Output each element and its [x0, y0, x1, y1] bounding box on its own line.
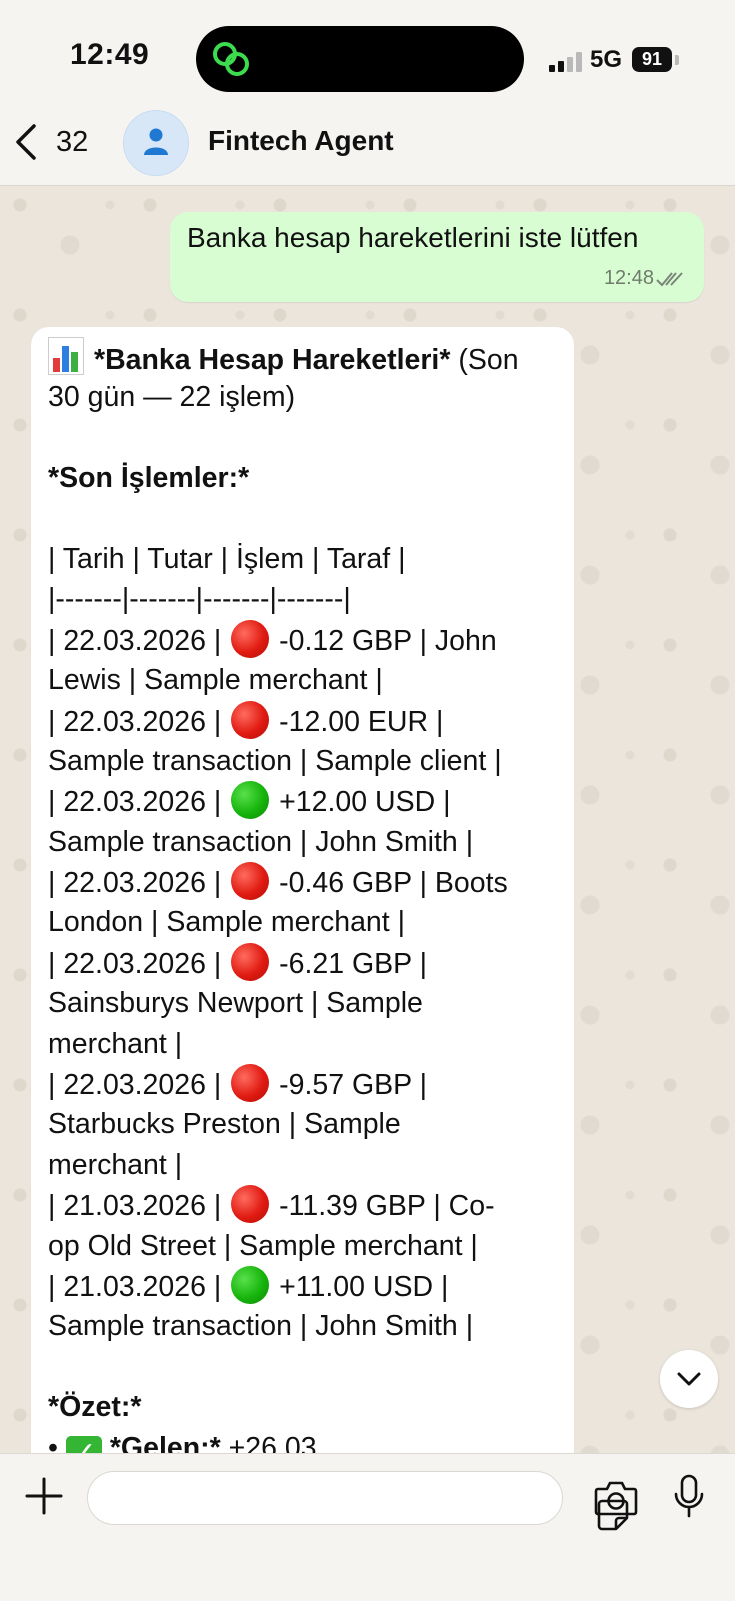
row-date: | 22.03.2026 | — [48, 624, 230, 657]
table-separator: |-------|-------|-------|-------| — [48, 583, 351, 616]
table-row: | 22.03.2026 | -6.21 GBP | — [48, 942, 568, 983]
camera-icon[interactable] — [594, 1479, 638, 1517]
row-date: | 22.03.2026 | — [48, 1069, 230, 1102]
red-circle-icon — [231, 700, 270, 739]
row-amount: -9.57 GBP | — [271, 1069, 427, 1102]
message-time: 12:48 — [603, 267, 654, 289]
row-amount: -6.21 GBP | — [271, 947, 427, 980]
row-date: | 22.03.2026 | — [48, 705, 230, 738]
red-circle-icon — [231, 862, 270, 901]
battery-icon: 91 — [632, 47, 672, 72]
message-input[interactable] — [87, 1471, 629, 1531]
row-amount: +11.00 USD | — [271, 1270, 449, 1303]
network-type: 5G — [590, 46, 623, 73]
microphone-icon[interactable] — [672, 1474, 706, 1520]
row-date: | 21.03.2026 | — [48, 1270, 230, 1303]
table-row: | 22.03.2026 | -9.57 GBP | — [48, 1064, 568, 1104]
contact-name[interactable]: Fintech Agent — [208, 125, 394, 157]
red-circle-icon — [231, 1185, 270, 1224]
table-row: | 21.03.2026 | +11.00 USD | — [48, 1265, 568, 1306]
message-composer — [0, 1453, 735, 1601]
table-row-continuation: Sample transaction | John Smith | — [48, 1310, 474, 1343]
row-amount: -11.39 GBP | Co- — [271, 1190, 495, 1223]
table-row-continuation: Sample transaction | John Smith | — [48, 825, 474, 858]
back-chevron-icon — [16, 124, 36, 160]
row-date: | 22.03.2026 | — [48, 947, 230, 980]
row-amount: +12.00 USD | — [271, 786, 451, 819]
red-circle-icon — [231, 942, 270, 981]
outgoing-message[interactable]: Banka hesap hareketlerini iste lütfen 12… — [170, 212, 704, 302]
double-check-icon — [656, 272, 683, 287]
table-row-continuation: Sample transaction | Sample client | — [48, 744, 502, 777]
table-row: | 22.03.2026 | +12.00 USD | — [48, 781, 568, 821]
table-row-continuation: merchant | — [48, 1027, 183, 1060]
message-text: Banka hesap hareketlerini iste lütfen — [187, 222, 639, 253]
message-text: *Banka Hesap Hareketleri* (Son 30 gün — … — [48, 337, 568, 1472]
row-amount: -0.12 GBP | John — [271, 624, 497, 657]
title-line-2: 30 gün — 22 işlem) — [48, 381, 296, 414]
avatar[interactable] — [123, 110, 189, 176]
chat-header: 32 Fintech Agent — [0, 100, 735, 186]
status-time: 12:49 — [70, 38, 150, 71]
table-header: | Tarih | Tutar | İşlem | Taraf | — [48, 542, 406, 575]
row-amount: -12.00 EUR | — [271, 705, 444, 738]
table-row-continuation: London | Sample merchant | — [48, 906, 406, 939]
green-circle-icon — [231, 1265, 270, 1304]
unread-count: 32 — [56, 126, 89, 158]
status-bar: 12:49 5G 91 — [0, 0, 735, 100]
title-line: *Banka Hesap Hareketleri* (Son — [48, 337, 568, 377]
red-circle-icon — [231, 619, 270, 658]
dynamic-island — [196, 26, 524, 92]
table-row-continuation: Sainsburys Newport | Sample — [48, 987, 423, 1020]
row-date: | 21.03.2026 | — [48, 1190, 230, 1223]
row-date: | 22.03.2026 | — [48, 867, 230, 900]
chevron-down-icon — [677, 1372, 701, 1386]
table-row: | 21.03.2026 | -11.39 GBP | Co- — [48, 1185, 568, 1225]
table-row-continuation: op Old Street | Sample merchant | — [48, 1229, 478, 1262]
table-row-continuation: merchant | — [48, 1148, 183, 1181]
table-row: | 22.03.2026 | -0.12 GBP | John — [48, 619, 568, 660]
incoming-message[interactable]: *Banka Hesap Hareketleri* (Son 30 gün — … — [31, 327, 574, 1507]
plus-icon[interactable] — [24, 1476, 64, 1516]
red-circle-icon — [231, 1064, 270, 1103]
person-icon — [144, 128, 168, 155]
transaction-list: | 22.03.2026 | -0.12 GBP | John Lewis | S… — [48, 619, 568, 1347]
back-button[interactable]: 32 — [14, 120, 94, 164]
bar-chart-icon — [48, 337, 84, 375]
row-amount: -0.46 GBP | Boots — [271, 867, 508, 900]
table-row: | 22.03.2026 | -0.46 GBP | Boots — [48, 862, 568, 902]
app-link-icon — [213, 42, 249, 76]
row-date: | 22.03.2026 | — [48, 786, 230, 819]
summary-heading: *Özet:* — [48, 1391, 142, 1424]
table-row-continuation: Starbucks Preston | Sample — [48, 1108, 401, 1141]
section-heading: *Son İşlemler:* — [48, 462, 250, 495]
green-circle-icon — [231, 781, 270, 820]
signal-icon — [549, 52, 583, 72]
table-row-continuation: Lewis | Sample merchant | — [48, 664, 383, 697]
scroll-to-bottom-button[interactable] — [660, 1350, 718, 1408]
battery-tip — [675, 55, 679, 65]
table-row: | 22.03.2026 | -12.00 EUR | — [48, 700, 568, 741]
